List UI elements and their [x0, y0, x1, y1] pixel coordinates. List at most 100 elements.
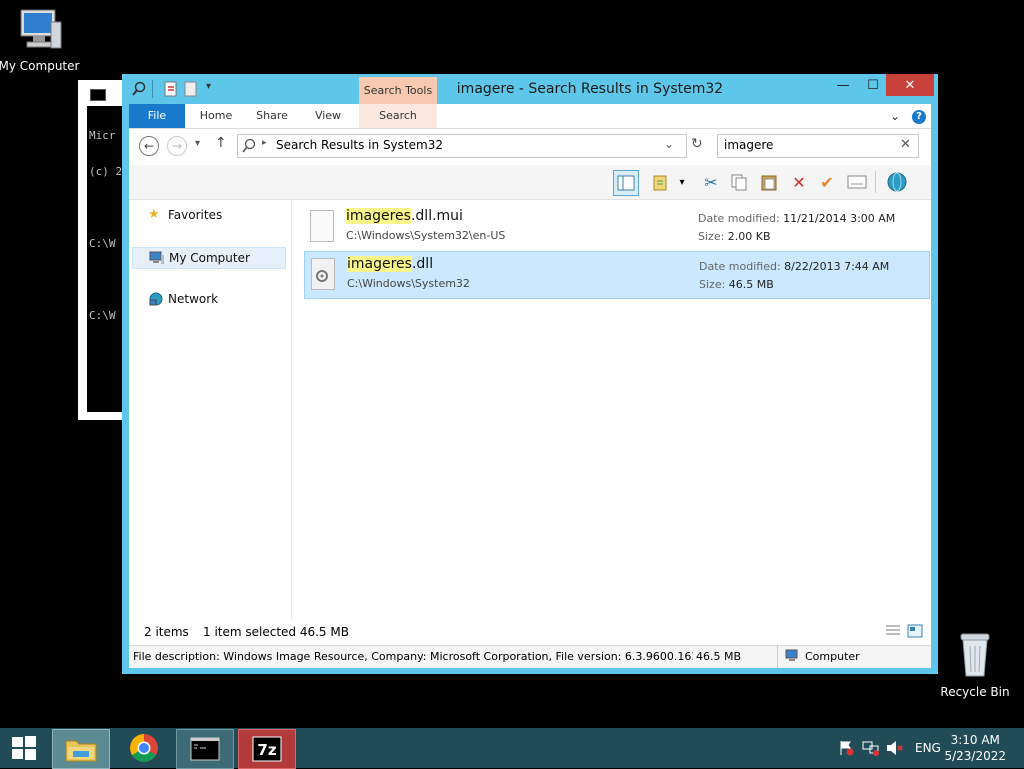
- chrome-icon: [130, 734, 158, 762]
- date-label: Date modified:: [698, 212, 780, 225]
- dropdown-icon[interactable]: ▾: [675, 170, 689, 194]
- file-path: C:\Windows\System32: [347, 277, 470, 290]
- back-button[interactable]: ←: [139, 136, 159, 156]
- qat-dropdown-icon[interactable]: ▾: [206, 81, 220, 97]
- computer-icon: [149, 251, 165, 265]
- star-icon: ★: [148, 207, 160, 222]
- taskbar-file-explorer[interactable]: [52, 729, 110, 769]
- explorer-window[interactable]: ▾ Search Tools imagere - Search Results …: [122, 74, 938, 674]
- title-bar[interactable]: ▾ Search Tools imagere - Search Results …: [122, 74, 938, 105]
- search-input[interactable]: imagere ✕: [717, 134, 919, 158]
- help-icon[interactable]: ?: [909, 104, 929, 128]
- size-value: 46.5 MB: [728, 278, 774, 291]
- recent-locations-icon[interactable]: ▾: [195, 138, 200, 149]
- paste-icon[interactable]: [757, 170, 781, 194]
- address-dropdown-icon[interactable]: ⌄: [664, 137, 674, 151]
- taskbar: 7z ENG 3:10 AM 5/23/2022: [0, 728, 1024, 769]
- desktop-label: Recycle Bin: [940, 685, 1010, 699]
- size-value: 2.00 KB: [727, 230, 771, 243]
- tab-file[interactable]: File: [129, 104, 185, 128]
- window-title: imagere - Search Results in System32: [456, 81, 724, 97]
- tab-share[interactable]: Share: [247, 104, 297, 128]
- computer-icon: [785, 649, 801, 666]
- details-divider: [777, 646, 778, 668]
- clear-search-icon[interactable]: ✕: [900, 137, 911, 152]
- search-highlight: imageres: [347, 256, 412, 272]
- ribbon-tabs: File Home Share View Search ⌄ ?: [129, 104, 931, 129]
- taskbar-clock[interactable]: 3:10 AM 5/23/2022: [944, 732, 1006, 764]
- nav-item-label: Favorites: [168, 208, 223, 222]
- search-input-value: imagere: [724, 138, 774, 152]
- maximize-button[interactable]: ☐: [858, 74, 888, 96]
- details-view-icon[interactable]: [885, 624, 901, 638]
- desktop-recycle-bin[interactable]: Recycle Bin: [930, 630, 1020, 699]
- file-description: File description: Windows Image Resource…: [133, 650, 693, 663]
- toolbar-divider: [875, 171, 876, 193]
- search-icon[interactable]: [132, 81, 146, 97]
- file-size: Size: 2.00 KB: [698, 230, 771, 243]
- dll-file-icon: [311, 258, 335, 290]
- windows-logo-icon: [12, 736, 36, 760]
- taskbar-7zip[interactable]: 7z: [238, 729, 296, 769]
- clock-date: 5/23/2022: [944, 749, 1006, 763]
- status-bar: 2 items 1 item selected 46.5 MB: [129, 619, 931, 645]
- file-name-rest: .dll: [411, 256, 434, 272]
- file-icon: [310, 210, 334, 242]
- desktop-my-computer[interactable]: My Computer: [0, 8, 84, 73]
- file-date-modified: Date modified: 8/22/2013 7:44 AM: [699, 260, 889, 273]
- forward-button[interactable]: →: [167, 136, 187, 156]
- new-folder-icon[interactable]: [184, 81, 198, 97]
- breadcrumb-arrow-icon[interactable]: ▸: [262, 138, 267, 148]
- properties-icon[interactable]: [164, 81, 178, 97]
- file-date-modified: Date modified: 11/21/2014 3:00 AM: [698, 212, 895, 225]
- file-size: Size: 46.5 MB: [699, 278, 774, 291]
- search-icon: [242, 138, 256, 153]
- svg-text:7z: 7z: [257, 741, 276, 759]
- search-highlight: imageres: [346, 208, 411, 224]
- action-center-icon[interactable]: [838, 740, 854, 759]
- list-item-selected[interactable]: imageres.dll C:\Windows\System32 Date mo…: [304, 251, 930, 299]
- recycle-bin-icon: [960, 633, 990, 677]
- close-button[interactable]: ✕: [886, 74, 934, 96]
- chevron-down-icon[interactable]: ⌄: [885, 104, 905, 128]
- address-bar[interactable]: ▸ Search Results in System32 ⌄: [237, 134, 687, 158]
- language-indicator[interactable]: ENG: [915, 741, 941, 755]
- tab-search[interactable]: Search: [359, 104, 437, 128]
- properties-icon[interactable]: [649, 170, 673, 194]
- tab-home[interactable]: Home: [191, 104, 241, 128]
- preview-pane-icon[interactable]: [613, 170, 639, 196]
- tab-view[interactable]: View: [303, 104, 353, 128]
- nav-item-favorites[interactable]: ★ Favorites: [132, 205, 222, 225]
- desktop-label: My Computer: [0, 59, 80, 73]
- up-button[interactable]: ↑: [215, 135, 227, 151]
- start-button[interactable]: [0, 729, 48, 767]
- network-status-icon[interactable]: [862, 740, 880, 759]
- console-icon: [90, 89, 106, 101]
- copy-icon[interactable]: [727, 170, 751, 194]
- email-icon[interactable]: [845, 170, 869, 194]
- console-icon: [190, 737, 220, 761]
- taskbar-chrome[interactable]: [116, 729, 172, 767]
- taskbar-command-prompt[interactable]: [176, 729, 234, 769]
- delete-icon[interactable]: ✕: [787, 170, 811, 194]
- item-count: 2 items: [144, 625, 189, 639]
- folder-icon: [65, 740, 97, 762]
- tiles-view-icon[interactable]: [907, 624, 923, 638]
- cut-icon[interactable]: ✂: [699, 170, 723, 194]
- file-name: imageres.dll.mui: [346, 208, 463, 224]
- list-item[interactable]: imageres.dll.mui C:\Windows\System32\en-…: [304, 204, 928, 250]
- selection-info: 1 item selected 46.5 MB: [203, 625, 349, 639]
- globe-icon[interactable]: [885, 170, 909, 194]
- navigation-pane: ★ Favorites My Computer Network: [129, 200, 292, 638]
- address-row: ← → ▾ ↑ ▸ Search Results in System32 ⌄ ↻…: [129, 129, 931, 165]
- refresh-icon[interactable]: ↻: [691, 136, 703, 152]
- volume-muted-icon[interactable]: [886, 740, 904, 759]
- nav-item-my-computer[interactable]: My Computer: [132, 247, 286, 269]
- command-toolbar: ▾ ✂ ✕ ✔: [129, 165, 931, 200]
- rename-check-icon[interactable]: ✔: [815, 170, 839, 194]
- nav-item-network[interactable]: Network: [132, 289, 218, 309]
- network-icon: [148, 292, 164, 306]
- minimize-button[interactable]: —: [828, 74, 858, 96]
- file-path: C:\Windows\System32\en-US: [346, 229, 506, 242]
- computer-icon: [20, 9, 62, 49]
